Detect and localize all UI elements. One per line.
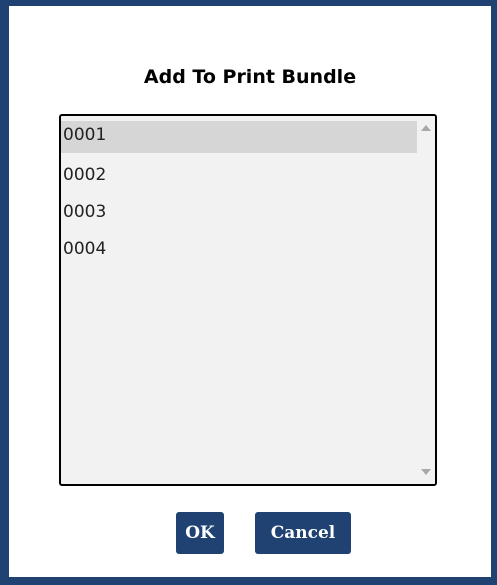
list-item[interactable]: 0003 <box>61 195 417 232</box>
print-bundle-dialog: Add To Print Bundle 0001 0002 0003 0004 … <box>0 0 497 585</box>
dialog-button-row: OK Cancel <box>9 512 491 554</box>
list-item[interactable]: 0004 <box>61 232 417 269</box>
cancel-button[interactable]: Cancel <box>255 512 351 554</box>
scroll-up-arrow-icon[interactable] <box>420 123 432 133</box>
bundle-listbox[interactable]: 0001 0002 0003 0004 <box>59 114 437 486</box>
bundle-list: 0001 0002 0003 0004 <box>61 121 417 269</box>
list-item[interactable]: 0002 <box>61 158 417 195</box>
scroll-down-arrow-icon[interactable] <box>420 467 432 477</box>
ok-button[interactable]: OK <box>176 512 224 554</box>
list-item[interactable]: 0001 <box>61 121 417 153</box>
dialog-title: Add To Print Bundle <box>143 66 357 88</box>
list-scrollbar[interactable] <box>417 116 435 484</box>
